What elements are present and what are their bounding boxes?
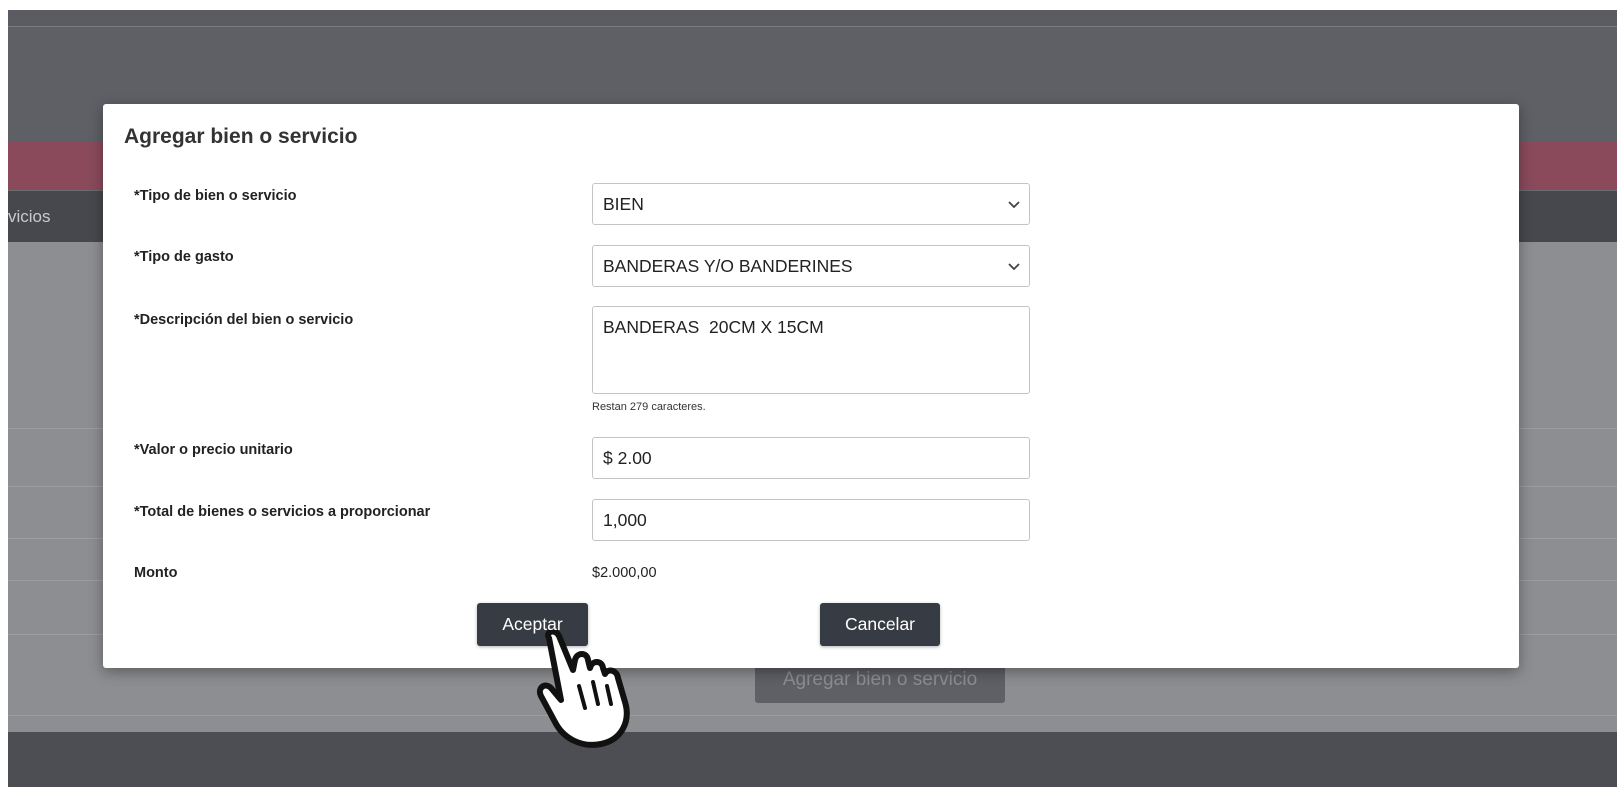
char-count-hint: Restan 279 caracteres.	[592, 401, 706, 413]
chevron-down-icon	[1008, 263, 1020, 271]
total-input[interactable]: 1,000	[592, 499, 1030, 541]
tab-servicios[interactable]: vicios	[8, 207, 51, 227]
tipo-gasto-label: *Tipo de gasto	[134, 249, 234, 265]
valor-input[interactable]: $ 2.00	[592, 437, 1030, 479]
tipo-gasto-value: BANDERAS Y/O BANDERINES	[603, 255, 853, 276]
total-label: *Total de bienes o servicios a proporcio…	[134, 504, 431, 520]
valor-label: *Valor o precio unitario	[134, 442, 293, 458]
tipo-gasto-select[interactable]: BANDERAS Y/O BANDERINES	[592, 245, 1030, 287]
descripcion-value: BANDERAS 20CM X 15CM	[603, 317, 824, 337]
total-value: 1,000	[603, 509, 647, 530]
valor-value: $ 2.00	[603, 447, 652, 468]
add-item-modal: Agregar bien o servicio *Tipo de bien o …	[103, 104, 1519, 668]
tipo-bien-select[interactable]: BIEN	[592, 183, 1030, 225]
tipo-bien-value: BIEN	[603, 193, 644, 214]
descripcion-textarea[interactable]: BANDERAS 20CM X 15CM	[592, 306, 1030, 394]
tipo-bien-label: *Tipo de bien o servicio	[134, 188, 297, 204]
chevron-down-icon	[1008, 201, 1020, 209]
monto-label: Monto	[134, 565, 178, 581]
top-bar	[8, 10, 1617, 26]
header-bar	[8, 26, 1617, 80]
modal-title: Agregar bien o servicio	[124, 125, 358, 148]
monto-value: $2.000,00	[592, 565, 657, 581]
hand-pointer-icon	[537, 630, 630, 748]
footer-bar	[8, 732, 1617, 787]
descripcion-label: *Descripción del bien o servicio	[134, 312, 354, 328]
row-divider	[8, 715, 1617, 716]
cancel-button[interactable]: Cancelar	[820, 603, 940, 646]
